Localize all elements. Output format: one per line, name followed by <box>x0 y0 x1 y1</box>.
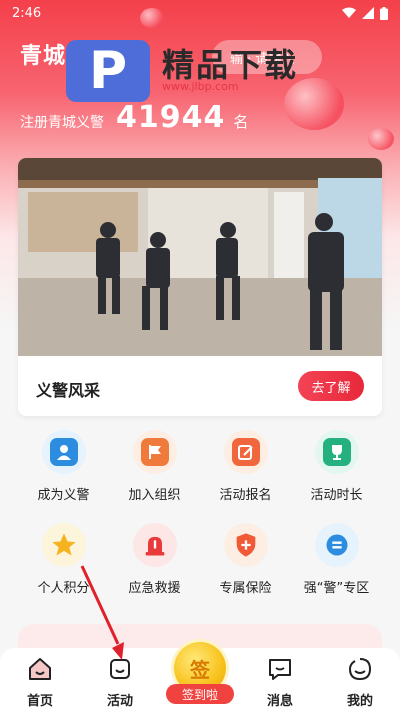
tab-messages[interactable]: 消息 <box>240 656 320 709</box>
watermark-logo: P <box>66 40 150 102</box>
tab-activity[interactable]: 活动 <box>80 656 160 709</box>
activity-icon <box>110 659 130 679</box>
profile-icon <box>348 658 372 681</box>
siren-icon <box>132 523 177 567</box>
sign-in-char: 签 <box>190 657 210 682</box>
grid-item-label: 专属保险 <box>219 581 272 596</box>
tab-label: 消息 <box>266 694 293 709</box>
battery-icon <box>380 6 388 20</box>
signal-icon <box>362 7 374 19</box>
grid-item-label: 个人积分 <box>37 581 90 596</box>
wifi-icon <box>342 7 356 18</box>
function-grid: 成为义警 加入组织 活动报名 活动时长 个人积分 应急救援 专属保险 强“警”专… <box>18 430 382 596</box>
status-time: 2:46 <box>12 5 42 21</box>
sign-in-label[interactable]: 签到啦 <box>166 684 234 704</box>
status-bar: 2:46 <box>0 0 400 26</box>
grid-item-police-zone[interactable]: 强“警”专区 <box>291 523 382 596</box>
learn-more-button[interactable]: 去了解 <box>298 371 364 401</box>
trophy-icon <box>314 430 359 474</box>
grid-item-label: 活动时长 <box>310 488 363 503</box>
grid-item-label: 应急救援 <box>128 581 181 596</box>
grid-item-personal-points[interactable]: 个人积分 <box>18 523 109 596</box>
grid-item-join-org[interactable]: 加入组织 <box>109 430 200 503</box>
flag-icon <box>132 430 177 474</box>
watermark-overlay: P 精品下载 www.jlbp.com <box>66 34 326 108</box>
shield-plus-icon <box>223 523 268 567</box>
registered-count-row: 注册青城义警 41944 名 <box>20 100 248 135</box>
grid-item-label: 加入组织 <box>128 488 181 503</box>
tab-label: 首页 <box>26 694 53 709</box>
heart-decoration <box>368 128 394 150</box>
home-icon <box>29 658 51 680</box>
star-icon <box>41 523 86 567</box>
registered-count: 41944 <box>116 100 226 135</box>
grid-item-become-volunteer[interactable]: 成为义警 <box>18 430 109 503</box>
watermark-url: www.jlbp.com <box>162 80 239 93</box>
grid-item-label: 活动报名 <box>219 488 272 503</box>
registered-label: 注册青城义警 <box>20 115 104 131</box>
grid-item-emergency-rescue[interactable]: 应急救援 <box>109 523 200 596</box>
edit-form-icon <box>223 430 268 474</box>
grid-item-activity-signup[interactable]: 活动报名 <box>200 430 291 503</box>
grid-item-insurance[interactable]: 专属保险 <box>200 523 291 596</box>
registered-unit: 名 <box>233 113 249 131</box>
tab-label: 我的 <box>346 694 373 709</box>
grid-item-activity-hours[interactable]: 活动时长 <box>291 430 382 503</box>
tab-mine[interactable]: 我的 <box>320 656 400 709</box>
grid-item-label: 强“警”专区 <box>303 581 370 596</box>
tab-label: 活动 <box>106 694 133 709</box>
feature-card-title: 义警风采 <box>36 381 101 400</box>
tab-home[interactable]: 首页 <box>0 656 80 709</box>
feature-card[interactable]: 义警风采 去了解 <box>18 158 382 416</box>
message-icon <box>269 659 291 680</box>
grid-item-label: 成为义警 <box>37 488 90 503</box>
feature-photo <box>18 158 382 356</box>
chat-bubble-icon <box>314 523 359 567</box>
person-badge-icon <box>41 430 86 474</box>
